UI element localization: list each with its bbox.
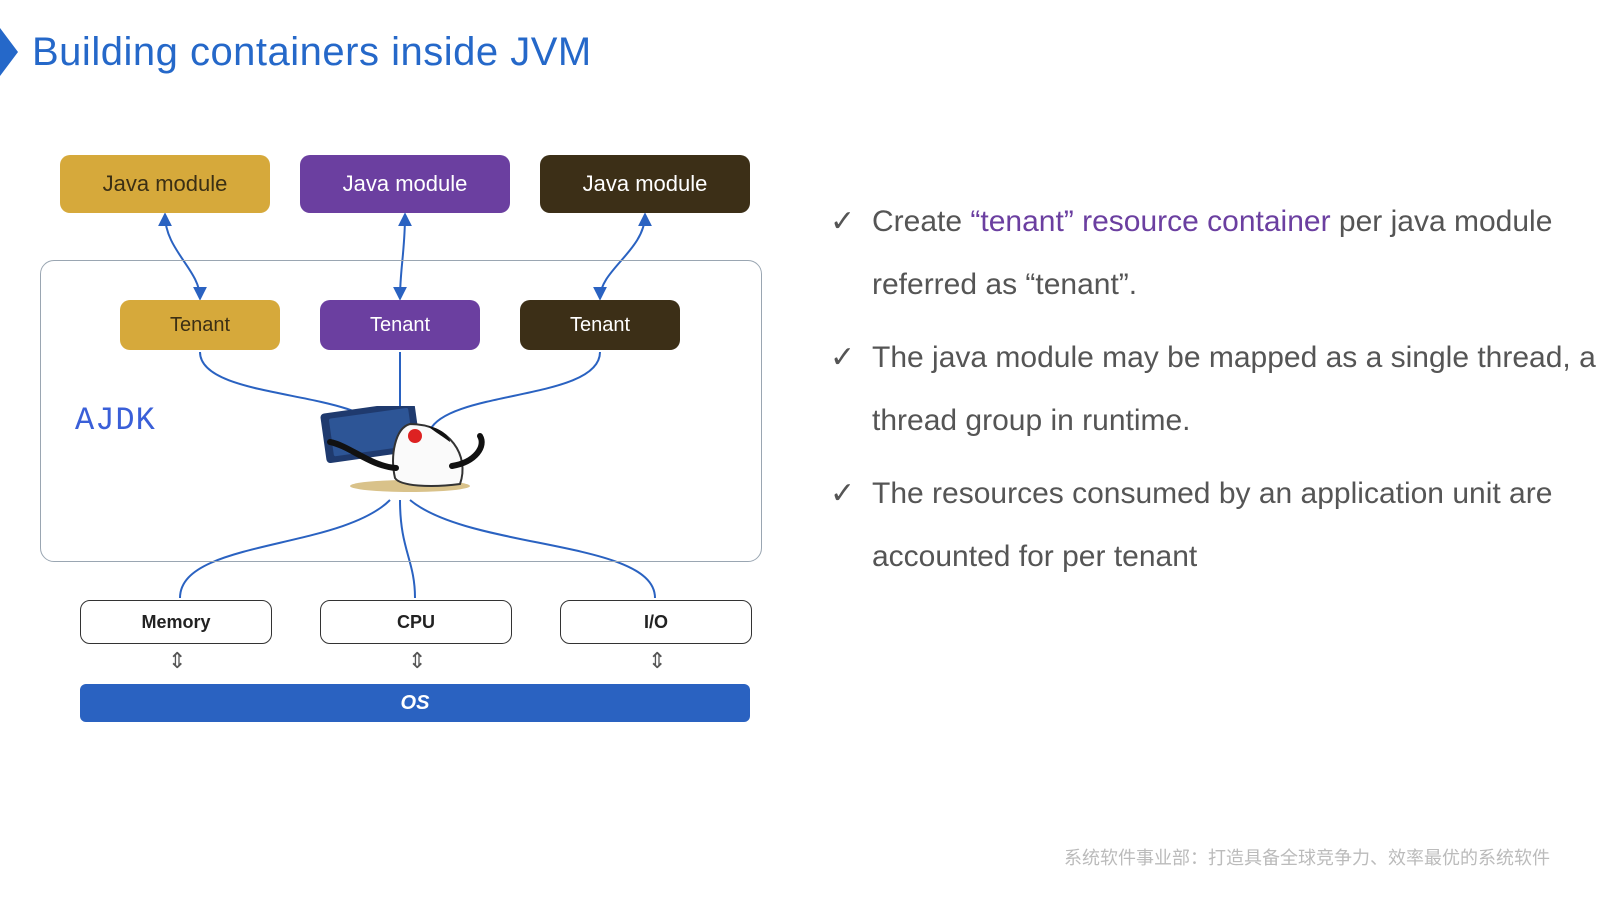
resource-cpu: CPU: [320, 600, 512, 644]
tenant-2: Tenant: [320, 300, 480, 350]
slide: Building containers inside JVM Java modu…: [0, 0, 1600, 900]
bullet-item: Create “tenant” resource container per j…: [830, 190, 1600, 316]
bidir-arrow-icon: ⇕: [648, 648, 666, 674]
resource-memory: Memory: [80, 600, 272, 644]
bullet-text: The java module may be mapped as a singl…: [872, 341, 1596, 437]
bullet-item: The java module may be mapped as a singl…: [830, 326, 1600, 452]
bullet-item: The resources consumed by an application…: [830, 462, 1600, 588]
slide-title: Building containers inside JVM: [32, 30, 592, 75]
bullet-list: Create “tenant” resource container per j…: [790, 190, 1600, 598]
java-duke-mascot-icon: [300, 406, 500, 496]
resource-io: I/O: [560, 600, 752, 644]
bullet-highlight: “tenant” resource container: [970, 205, 1330, 238]
footer-text: 系统软件事业部：打造具备全球竞争力、效率最优的系统软件: [1064, 844, 1550, 870]
os-box: OS: [80, 684, 750, 722]
bullet-text: The resources consumed by an application…: [872, 477, 1552, 573]
bullet-text: Create: [872, 205, 970, 238]
bidir-arrow-icon: ⇕: [168, 648, 186, 674]
java-module-3: Java module: [540, 155, 750, 213]
title-row: Building containers inside JVM: [0, 28, 592, 76]
bidir-arrow-icon: ⇕: [408, 648, 426, 674]
ajdk-label: AJDK: [75, 402, 156, 439]
java-module-2: Java module: [300, 155, 510, 213]
diagram: Java module Java module Java module Tena…: [40, 140, 760, 760]
tenant-3: Tenant: [520, 300, 680, 350]
java-module-1: Java module: [60, 155, 270, 213]
title-arrow-icon: [0, 28, 18, 76]
tenant-1: Tenant: [120, 300, 280, 350]
